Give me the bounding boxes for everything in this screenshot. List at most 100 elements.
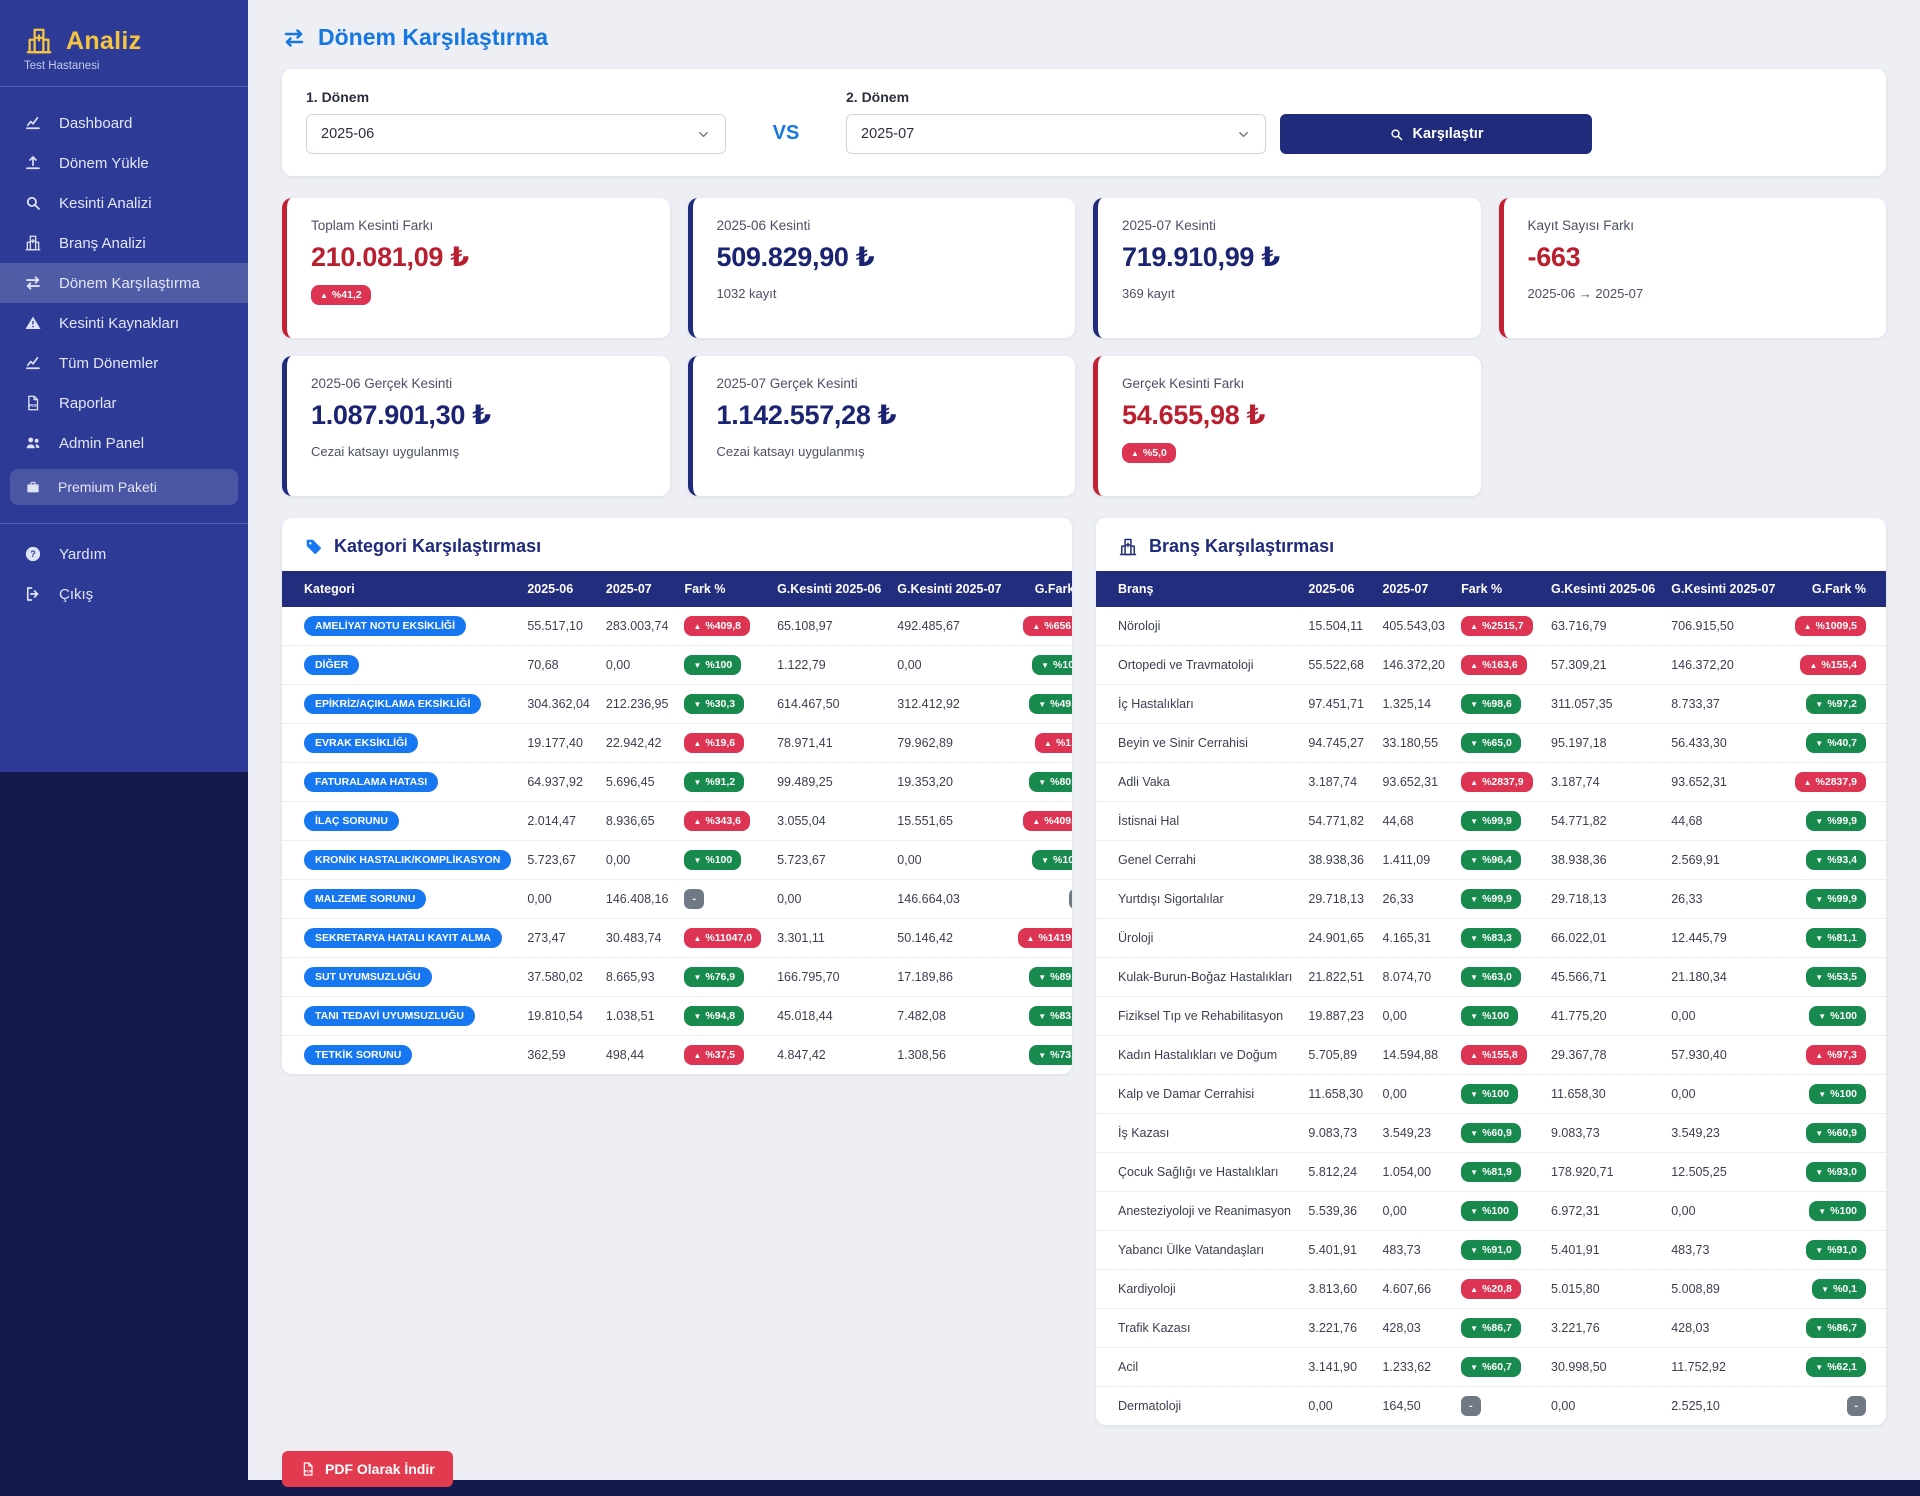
table-row: İç Hastalıkları97.451,711.325,14▼%98,631…: [1096, 685, 1886, 724]
decrease-badge: ▼%96,4: [1461, 850, 1521, 870]
gross-value-cell: 79.962,89: [889, 724, 1009, 763]
decrease-badge: ▼%73,0: [1029, 1045, 1072, 1065]
page-title-text: Dönem Karşılaştırma: [318, 24, 548, 51]
value-cell: 8.665,93: [598, 958, 677, 997]
change-cell: ▼%99,9: [1453, 802, 1543, 841]
gross-value-cell: 66.022,01: [1543, 919, 1663, 958]
value-cell: 3.141,90: [1300, 1348, 1374, 1387]
table-row: Yurtdışı Sigortalılar29.718,1326,33▼%99,…: [1096, 880, 1886, 919]
sidebar-item-kesinti-kaynaklari[interactable]: Kesinti Kaynakları: [0, 303, 248, 343]
pdf-button-label: PDF Olarak İndir: [325, 1461, 435, 1477]
gross-change-cell: ▲%1009,5: [1785, 607, 1886, 646]
search-icon: [24, 194, 42, 212]
gross-value-cell: 614.467,50: [769, 685, 889, 724]
gross-value-cell: 3.187,74: [1543, 763, 1663, 802]
gross-value-cell: 0,00: [889, 646, 1009, 685]
gross-value-cell: 0,00: [769, 880, 889, 919]
change-cell: ▼%99,9: [1453, 880, 1543, 919]
table-row: İstisnai Hal54.771,8244,68▼%99,954.771,8…: [1096, 802, 1886, 841]
compare-form: 1. Dönem 2025-06 VS 2. Dönem 2025-07 Kar…: [282, 69, 1886, 176]
vs-label: VS: [726, 122, 846, 154]
sidebar-item-donem-yukle[interactable]: Dönem Yükle: [0, 143, 248, 183]
decrease-badge: ▼%65,0: [1461, 733, 1521, 753]
sidebar-item-label: Çıkış: [59, 586, 93, 603]
gross-value-cell: 0,00: [889, 841, 1009, 880]
branch-cell: Yabancı Ülke Vatandaşları: [1096, 1231, 1300, 1270]
decrease-badge: ▼%97,2: [1806, 694, 1866, 714]
app-subtitle: Test Hastanesi: [0, 58, 248, 86]
sidebar-item-tum-donemler[interactable]: Tüm Dönemler: [0, 343, 248, 383]
table-row: Nöroloji15.504,11405.543,03▲%2515,763.71…: [1096, 607, 1886, 646]
period2-select[interactable]: 2025-07: [846, 114, 1266, 154]
sidebar-item-premium-paketi[interactable]: Premium Paketi: [10, 469, 238, 505]
value-cell: 4.607,66: [1374, 1270, 1453, 1309]
gross-value-cell: 0,00: [1543, 1387, 1663, 1426]
sidebar-item-donem-karsilastirma[interactable]: Dönem Karşılaştırma: [0, 263, 248, 303]
period2-value: 2025-07: [861, 126, 914, 142]
category-pill: TANI TEDAVİ UYUMSUZLUĞU: [304, 1006, 475, 1026]
decrease-badge: ▼%81,1: [1806, 928, 1866, 948]
decrease-badge: ▼%49,2: [1029, 694, 1072, 714]
neutral-badge: -: [1069, 889, 1072, 909]
sidebar-item-label: Kesinti Analizi: [59, 195, 152, 212]
sidebar-item-cikis[interactable]: Çıkış: [0, 574, 248, 614]
decrease-badge: ▼%30,3: [684, 694, 744, 714]
sidebar-item-dashboard[interactable]: Dashboard: [0, 103, 248, 143]
summary-card: Gerçek Kesinti Farkı54.655,98 ₺▲%5,0: [1093, 356, 1481, 496]
change-cell: ▼%63,0: [1453, 958, 1543, 997]
increase-badge: ▲%41,2: [311, 285, 371, 305]
gross-change-cell: ▼%53,5: [1785, 958, 1886, 997]
table-row: Anesteziyoloji ve Reanimasyon5.539,360,0…: [1096, 1192, 1886, 1231]
gross-change-cell: ▼%83,4: [1010, 997, 1072, 1036]
sidebar-item-raporlar[interactable]: PDFRaporlar: [0, 383, 248, 423]
value-cell: 146.372,20: [1374, 646, 1453, 685]
question-icon: ?: [24, 545, 42, 563]
svg-text:?: ?: [30, 549, 36, 559]
main-area: Dönem Karşılaştırma 1. Dönem 2025-06 VS …: [248, 0, 1920, 1480]
table-row: Genel Cerrahi38.938,361.411,09▼%96,438.9…: [1096, 841, 1886, 880]
sidebar-item-admin-panel[interactable]: Admin Panel: [0, 423, 248, 463]
gross-change-cell: ▼%89,7: [1010, 958, 1072, 997]
gross-change-cell: ▼%100: [1785, 1075, 1886, 1114]
table-row: Kardiyoloji3.813,604.607,66▲%20,85.015,8…: [1096, 1270, 1886, 1309]
gross-value-cell: 146.372,20: [1663, 646, 1785, 685]
increase-badge: ▲%1009,5: [1795, 616, 1866, 636]
compare-button[interactable]: Karşılaştır: [1280, 114, 1592, 154]
table-row: Kalp ve Damar Cerrahisi11.658,300,00▼%10…: [1096, 1075, 1886, 1114]
sidebar-item-brans-analizi[interactable]: Branş Analizi: [0, 223, 248, 263]
decrease-badge: ▼%40,7: [1806, 733, 1866, 753]
column-header: Fark %: [676, 571, 769, 607]
sidebar-item-label: Tüm Dönemler: [59, 355, 158, 372]
period2-label: 2. Dönem: [846, 89, 1266, 105]
gross-value-cell: 12.505,25: [1663, 1153, 1785, 1192]
gross-value-cell: 3.055,04: [769, 802, 889, 841]
pdf-download-button[interactable]: PDF PDF Olarak İndir: [282, 1451, 453, 1487]
category-pill: FATURALAMA HATASI: [304, 772, 438, 792]
table-row: Kadın Hastalıkları ve Doğum5.705,8914.59…: [1096, 1036, 1886, 1075]
value-cell: 64.937,92: [519, 763, 598, 802]
value-cell: 1.038,51: [598, 997, 677, 1036]
gross-value-cell: 57.930,40: [1663, 1036, 1785, 1075]
card-note: Cezai katsayı uygulanmış: [717, 444, 1052, 459]
summary-card: Toplam Kesinti Farkı210.081,09 ₺▲%41,2: [282, 198, 670, 338]
sidebar-item-yardim[interactable]: ?Yardım: [0, 534, 248, 574]
sidebar-item-kesinti-analizi[interactable]: Kesinti Analizi: [0, 183, 248, 223]
category-pill: SUT UYUMSUZLUĞU: [304, 967, 432, 987]
increase-badge: ▲%155,4: [1800, 655, 1866, 675]
branch-cell: Ortopedi ve Travmatoloji: [1096, 646, 1300, 685]
branch-cell: Yurtdışı Sigortalılar: [1096, 880, 1300, 919]
card-note: 369 kayıt: [1122, 286, 1457, 301]
branch-cell: Dermatoloji: [1096, 1387, 1300, 1426]
gross-value-cell: 29.718,13: [1543, 880, 1663, 919]
period1-select[interactable]: 2025-06: [306, 114, 726, 154]
value-cell: 5.723,67: [519, 841, 598, 880]
decrease-badge: ▼%60,9: [1806, 1123, 1866, 1143]
change-cell: ▼%100: [1453, 1192, 1543, 1231]
gross-change-cell: ▼%40,7: [1785, 724, 1886, 763]
decrease-badge: ▼%81,9: [1461, 1162, 1521, 1182]
card-value: 210.081,09 ₺: [311, 242, 646, 273]
card-value: -663: [1528, 242, 1863, 273]
chart-line-icon: [24, 354, 42, 372]
column-header: Kategori: [282, 571, 519, 607]
gross-value-cell: 6.972,31: [1543, 1192, 1663, 1231]
